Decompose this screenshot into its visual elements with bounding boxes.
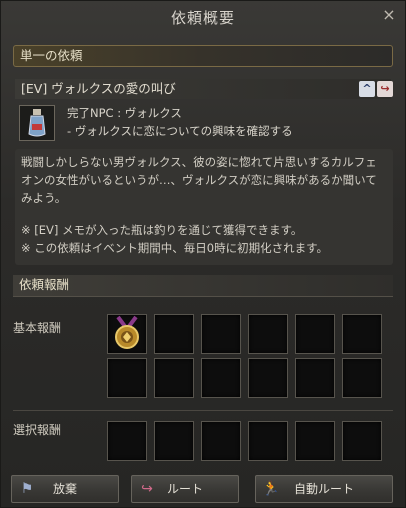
reward-divider	[13, 410, 393, 411]
reward-slot[interactable]	[107, 314, 147, 354]
abandon-button[interactable]: ⚑ 放棄	[11, 475, 119, 503]
basic-reward-label: 基本報酬	[13, 321, 62, 335]
auto-route-label: 自動ルート	[293, 482, 354, 496]
reward-slot[interactable]	[154, 358, 194, 398]
choice-reward-label: 選択報酬	[13, 423, 62, 437]
reward-slot[interactable]	[201, 314, 241, 354]
choice-slot[interactable]	[201, 421, 241, 461]
quest-type-header: 単一の依頼	[13, 45, 393, 67]
window-title: 依頼概要	[170, 9, 235, 27]
description-note: ※ [EV] メモが入った瓶は釣りを通じて獲得できます。	[21, 223, 303, 237]
reward-slot[interactable]	[201, 358, 241, 398]
quest-description: 戦闘しかしらない男ヴォルクス、彼の姿に惚れて片思いするカルフェオンの女性がいると…	[15, 149, 393, 265]
quest-title: [EV] ヴォルクスの愛の叫び	[15, 79, 391, 99]
reward-slot[interactable]	[295, 314, 335, 354]
reward-slot[interactable]	[342, 314, 382, 354]
reward-slot[interactable]	[107, 358, 147, 398]
description-note: ※ この依頼はイベント期間中、毎日0時に初期化されます。	[21, 241, 328, 255]
reward-slot[interactable]	[248, 358, 288, 398]
abandon-label: 放棄	[52, 482, 77, 496]
objective-text: - ヴォルクスに恋についての興味を確認する	[67, 124, 293, 138]
choice-slot[interactable]	[342, 421, 382, 461]
route-label: ルート	[166, 482, 203, 496]
choice-slot[interactable]	[295, 421, 335, 461]
route-icon[interactable]: ↪	[377, 81, 393, 97]
medal-icon	[115, 315, 139, 349]
description-line: 戦闘しかしらない男ヴォルクス、彼の姿に惚れて片思いするカルフェオンの女性がいると…	[21, 155, 377, 205]
navigate-icon[interactable]: ^	[359, 81, 375, 97]
route-button[interactable]: ↪ ルート	[131, 475, 239, 503]
close-icon[interactable]: ×	[381, 7, 397, 23]
reward-slot[interactable]	[154, 314, 194, 354]
choice-slot[interactable]	[248, 421, 288, 461]
description-spacer	[21, 207, 387, 221]
rewards-header: 依頼報酬	[13, 275, 393, 297]
auto-route-button[interactable]: 🏃 自動ルート	[255, 475, 393, 503]
reward-slot[interactable]	[342, 358, 382, 398]
quest-summary-window: 依頼概要 × 単一の依頼 [EV] ヴォルクスの愛の叫び ^ ↪ 完了NPC :…	[0, 0, 406, 508]
reward-slot[interactable]	[248, 314, 288, 354]
complete-npc-text: 完了NPC : ヴォルクス	[67, 106, 182, 120]
npc-info: 完了NPC : ヴォルクス - ヴォルクスに恋についての興味を確認する	[67, 104, 293, 140]
choice-slot[interactable]	[154, 421, 194, 461]
choice-slot[interactable]	[107, 421, 147, 461]
bottle-item-icon	[19, 105, 55, 141]
reward-slot[interactable]	[295, 358, 335, 398]
